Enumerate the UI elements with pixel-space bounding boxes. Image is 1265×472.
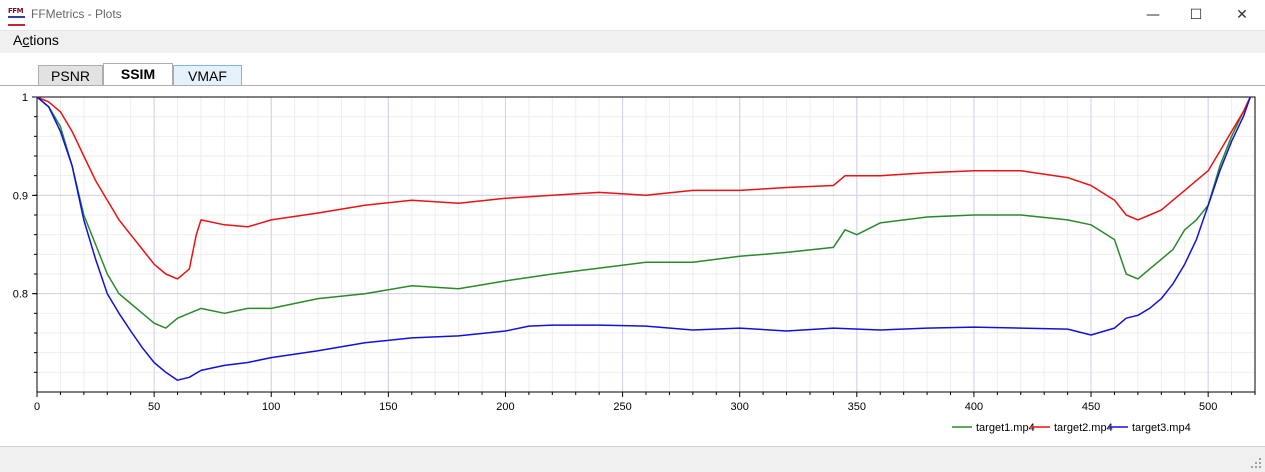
x-axis: 0 50 100 150 200 250 300 350 400 450 500 (34, 392, 1256, 413)
menu-bar: Actions (0, 31, 1265, 53)
ffmetrics-logo-icon: FFM (8, 7, 25, 26)
tab-psnr[interactable]: PSNR (38, 65, 103, 86)
tab-vmaf[interactable]: VMAF (173, 65, 242, 86)
resize-grip-icon[interactable] (1251, 458, 1263, 470)
title-bar: FFM FFMetrics - Plots — ☐ ✕ (0, 0, 1265, 31)
minimize-button[interactable]: — (1130, 0, 1176, 31)
series-line-2 (36, 96, 1251, 280)
menu-actions-suffix: tions (29, 32, 59, 48)
maximize-button[interactable]: ☐ (1173, 0, 1219, 31)
x-tick-label: 350 (848, 401, 866, 413)
close-button[interactable]: ✕ (1219, 0, 1265, 31)
x-tick-label: 0 (34, 401, 40, 413)
window-title: FFMetrics - Plots (31, 7, 122, 21)
legend-label-1: target1.mp4 (976, 422, 1035, 434)
tab-strip: PSNR SSIM VMAF (0, 53, 1265, 87)
x-tick-label: 450 (1082, 401, 1100, 413)
menu-actions[interactable]: Actions (13, 32, 59, 48)
series-lines (36, 96, 1252, 381)
y-tick-label: 0.8 (13, 289, 28, 301)
x-tick-label: 100 (262, 401, 280, 413)
minor-grid (36, 96, 1256, 393)
y-axis: 0.8 0.9 1 (13, 92, 37, 373)
x-tick-label: 400 (965, 401, 983, 413)
legend-label-3: target3.mp4 (1132, 422, 1191, 434)
x-tick-label: 250 (613, 401, 631, 413)
ssim-chart: 0 50 100 150 200 250 300 350 400 450 500 0.8 0.9 1 t… (13, 92, 1256, 434)
x-tick-label: 200 (496, 401, 514, 413)
x-tick-label: 500 (1199, 401, 1217, 413)
legend: target1.mp4 target2.mp4 target3.mp4 (952, 422, 1191, 434)
x-tick-label: 50 (148, 401, 160, 413)
status-bar (0, 446, 1265, 472)
tab-ssim[interactable]: SSIM (103, 63, 173, 87)
series-line-3 (36, 96, 1252, 381)
menu-actions-prefix: A (13, 32, 23, 48)
y-tick-label: 1 (22, 92, 28, 104)
x-tick-label: 300 (731, 401, 749, 413)
x-tick-label: 150 (379, 401, 397, 413)
legend-label-2: target2.mp4 (1054, 422, 1113, 434)
y-tick-label: 0.9 (13, 190, 28, 202)
plot-area: 0 50 100 150 200 250 300 350 400 450 500 0.8 0.9 1 t… (0, 86, 1265, 446)
